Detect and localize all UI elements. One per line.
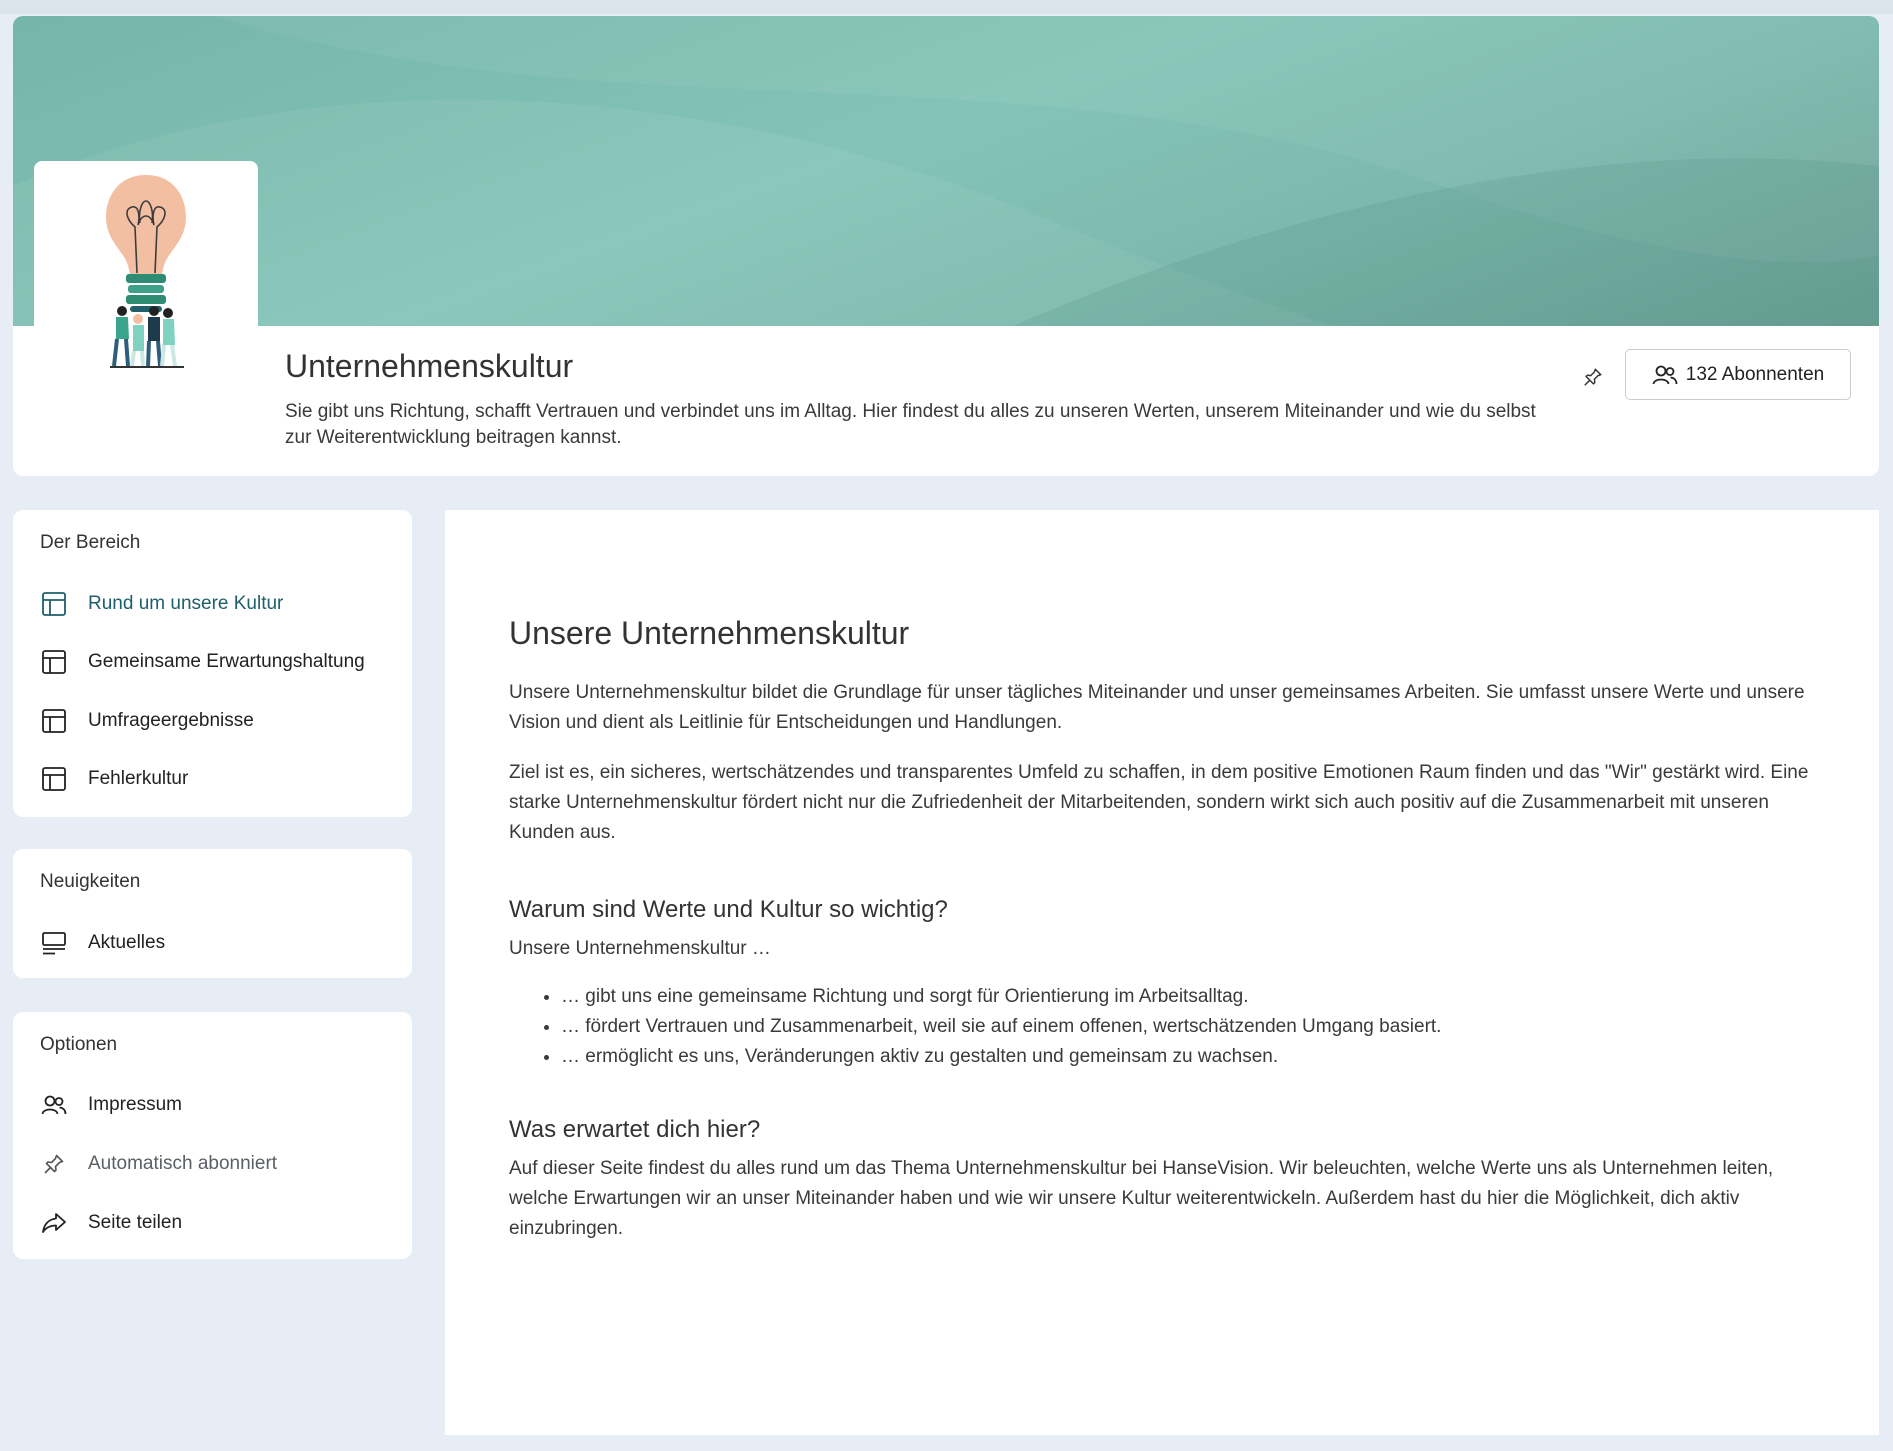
sidebar-item-automatisch-abonniert[interactable]: Automatisch abonniert (40, 1144, 390, 1184)
sidebar-item-label: Rund um unsere Kultur (88, 593, 284, 614)
sidebar-item-fehlerkultur[interactable]: Fehlerkultur (40, 759, 390, 799)
sidebar-item-umfrageergebnisse[interactable]: Umfrageergebnisse (40, 701, 390, 741)
sidebar-item-label: Automatisch abonniert (88, 1153, 278, 1174)
main-content-card: Unsere Unternehmenskultur Unsere Unterne… (445, 510, 1879, 1435)
pin-icon (1584, 368, 1602, 386)
page-layout-icon (40, 648, 68, 676)
section-expect-text: Auf dieser Seite findest du alles rund u… (509, 1158, 1774, 1239)
section-heading-expect: Was erwartet dich hier? (509, 1116, 761, 1143)
sidebar-item-gemeinsame-erwartungshaltung[interactable]: Gemeinsame Erwartungshaltung (40, 642, 390, 682)
subscribers-button[interactable]: 132 Abonnenten (1625, 349, 1851, 400)
space-title: Unternehmenskultur (285, 348, 574, 384)
share-icon (40, 1209, 68, 1237)
pin-button[interactable] (1576, 360, 1610, 394)
page-layout-icon (40, 765, 68, 793)
sidebar-item-aktuelles[interactable]: Aktuelles (40, 923, 390, 963)
pin-icon (40, 1150, 68, 1178)
space-description: Sie gibt uns Richtung, schafft Vertrauen… (285, 401, 1536, 448)
section-why-intro: Unsere Unternehmenskultur … (509, 938, 771, 959)
sidebar-item-label: Fehlerkultur (88, 768, 189, 789)
sidebar-item-label: Umfrageergebnisse (88, 710, 254, 731)
content-paragraph: Unsere Unternehmenskultur bildet die Gru… (509, 682, 1805, 733)
sidebar-area-title: Der Bereich (40, 532, 141, 553)
space-header: Unternehmenskultur Sie gibt uns Richtung… (13, 16, 1879, 476)
page-layout-icon (40, 707, 68, 735)
top-strip (0, 0, 1893, 14)
header-banner (13, 16, 1879, 326)
subscribers-label: 132 Abonnenten (1685, 363, 1825, 385)
sidebar-item-impressum[interactable]: Impressum (40, 1085, 390, 1125)
content-heading: Unsere Unternehmenskultur (509, 615, 910, 651)
sidebar-item-label: Seite teilen (88, 1212, 183, 1233)
list-item: … ermöglicht es uns, Veränderungen aktiv… (561, 1042, 1809, 1072)
news-icon (40, 929, 68, 957)
sidebar-item-label: Aktuelles (88, 932, 166, 953)
sidebar-item-label: Gemeinsame Erwartungshaltung (88, 651, 365, 672)
banner-waves (13, 16, 1879, 326)
sidebar-item-rund-um-unsere-kultur[interactable]: Rund um unsere Kultur (40, 584, 390, 624)
list-item: … fördert Vertrauen und Zusammenarbeit, … (561, 1012, 1809, 1042)
list-item: … gibt uns eine gemeinsame Richtung und … (561, 982, 1809, 1012)
content-paragraph: Ziel ist es, ein sicheres, wertschätzend… (509, 762, 1809, 843)
users-icon (40, 1091, 68, 1119)
page-content: Unsere Unternehmenskultur Unsere Unterne… (509, 615, 1809, 1264)
lightbulb-illustration (106, 175, 186, 368)
section-why-list: … gibt uns eine gemeinsame Richtung und … (509, 982, 1809, 1072)
space-logo (34, 161, 258, 385)
users-icon (1652, 365, 1678, 384)
sidebar-item-seite-teilen[interactable]: Seite teilen (40, 1203, 390, 1243)
sidebar-news-title: Neuigkeiten (40, 871, 141, 892)
section-heading-why: Warum sind Werte und Kultur so wichtig? (509, 896, 948, 923)
sidebar-item-label: Impressum (88, 1094, 182, 1115)
sidebar-options-title: Optionen (40, 1034, 118, 1055)
page-layout-icon (40, 590, 68, 618)
